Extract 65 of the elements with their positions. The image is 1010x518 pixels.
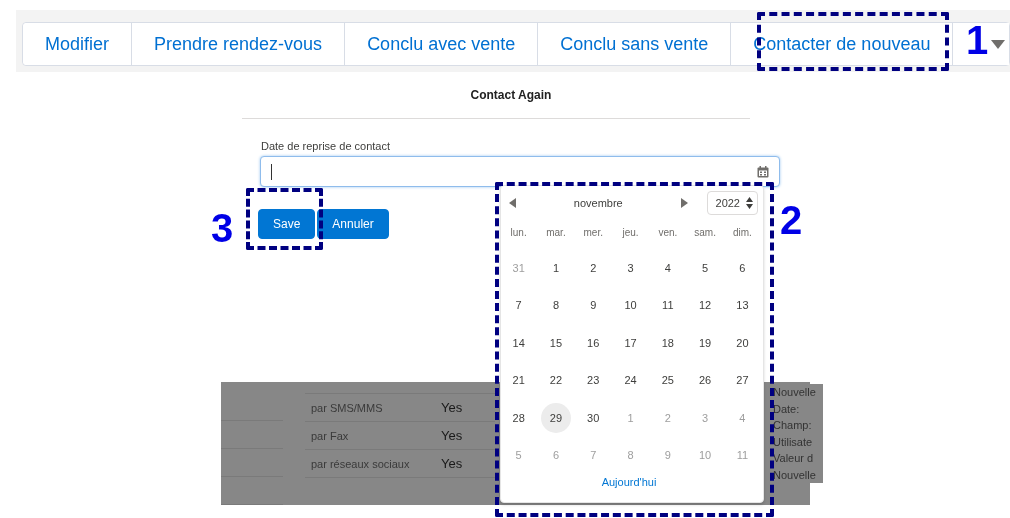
- date-input-field[interactable]: [260, 156, 780, 187]
- calendar-day[interactable]: 6: [727, 252, 758, 283]
- annotation-number: 3: [211, 208, 234, 248]
- calendar-day[interactable]: 20: [727, 327, 758, 358]
- calendar-day[interactable]: 15: [540, 327, 571, 358]
- calendar-day[interactable]: 30: [578, 402, 609, 433]
- calendar-day[interactable]: 24: [615, 365, 646, 396]
- weekday-label: mer.: [582, 225, 604, 240]
- history-text: Nouvelle: [773, 467, 817, 483]
- calendar-day[interactable]: 17: [615, 327, 646, 358]
- caret-right-icon: [681, 198, 688, 208]
- calendar-day[interactable]: 21: [503, 365, 534, 396]
- month-label: novembre: [572, 197, 624, 209]
- field-value: Yes: [441, 428, 463, 443]
- weekday-label: lun.: [509, 225, 528, 240]
- calendar-day[interactable]: 1: [540, 252, 571, 283]
- calendar-day[interactable]: 2: [578, 252, 609, 283]
- calendar-day[interactable]: 10: [615, 290, 646, 321]
- calendar-day[interactable]: 8: [540, 290, 571, 321]
- save-button[interactable]: Save: [258, 209, 316, 239]
- calendar-day[interactable]: 13: [727, 290, 758, 321]
- calendar-day[interactable]: 26: [690, 365, 721, 396]
- field-label: par SMS/MMS: [310, 401, 384, 414]
- history-text: Valeur d: [773, 451, 815, 466]
- history-text: Date:: [773, 401, 801, 417]
- calendar-day[interactable]: 28: [503, 402, 534, 433]
- calendar-day[interactable]: 4: [652, 252, 683, 283]
- calendar-day[interactable]: 23: [578, 365, 609, 396]
- field-value: Yes: [441, 456, 463, 471]
- calendar-day[interactable]: 7: [503, 290, 534, 321]
- caret-left-icon: [508, 198, 516, 208]
- calendar-day[interactable]: 9: [578, 290, 609, 321]
- field-label: par réseaux sociaux: [310, 457, 411, 470]
- calendar-day[interactable]: 16: [578, 327, 609, 358]
- weekday-label: ven.: [657, 225, 679, 240]
- history-text: Champ:: [773, 418, 813, 433]
- weekday-label: dim.: [731, 225, 753, 240]
- weekday-label: sam.: [693, 225, 717, 240]
- calendar-day[interactable]: 18: [652, 327, 683, 358]
- modal-title: Contact Again: [469, 87, 553, 104]
- history-text: Utilisate: [773, 434, 814, 450]
- calendar-icon: [757, 165, 769, 178]
- year-select[interactable]: 2022: [706, 191, 758, 215]
- calendar-day[interactable]: 5: [690, 252, 721, 283]
- action-button[interactable]: Modifier: [23, 23, 133, 65]
- spinner-arrows-icon: [746, 197, 753, 209]
- caret-down-icon: [991, 39, 1005, 49]
- calendar-day[interactable]: 27: [727, 365, 758, 396]
- calendar-day[interactable]: 12: [690, 290, 721, 321]
- weekday-label: jeu.: [621, 225, 640, 240]
- annotation-number: 2: [780, 200, 803, 240]
- cancel-button[interactable]: Annuler: [317, 209, 389, 239]
- calendar-day[interactable]: 3: [615, 252, 646, 283]
- field-value: Yes: [441, 400, 463, 415]
- history-text: Nouvelle: [773, 385, 817, 400]
- annotation-number: 1: [966, 20, 989, 60]
- field-label: Date de reprise de contact: [261, 140, 391, 152]
- calendar-day[interactable]: 25: [652, 365, 683, 396]
- calendar-day[interactable]: 11: [652, 290, 683, 321]
- calendar-day[interactable]: 19: [690, 327, 721, 358]
- calendar-day[interactable]: 14: [503, 327, 534, 358]
- today-link[interactable]: Aujourd'hui: [601, 476, 657, 488]
- field-label: par Fax: [310, 429, 350, 442]
- weekday-label: mar.: [545, 225, 567, 240]
- calendar-day[interactable]: 22: [540, 365, 571, 396]
